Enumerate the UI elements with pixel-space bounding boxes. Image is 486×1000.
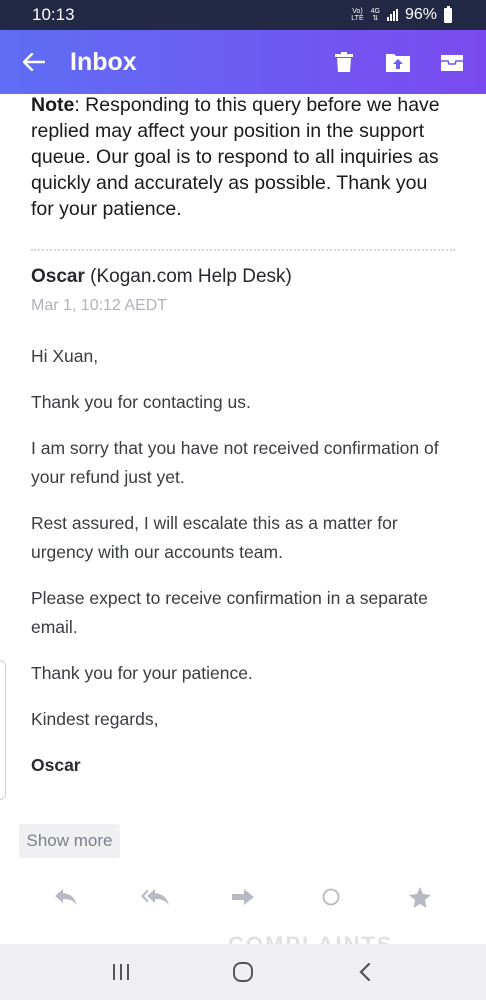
star-icon [408,886,431,908]
body-paragraph: Rest assured, I will escalate this as a … [31,513,398,562]
show-more-button[interactable]: Show more [19,824,120,858]
edge-handle[interactable] [0,660,6,800]
status-bar: 10:13 Vo) LTE 4G ⇅ 96% [0,0,486,30]
body-paragraph: Please expect to receive confirmation in… [31,588,428,637]
status-indicators: Vo) LTE 4G ⇅ 96% [351,5,452,24]
body-paragraph: Hi Xuan, [31,346,99,366]
system-nav-bar [0,944,486,1000]
arrow-left-icon [23,53,45,71]
move-folder-icon [386,54,410,72]
home-icon [233,962,253,982]
body-paragraph: I am sorry that you have not received co… [31,438,439,487]
reply-all-icon [140,889,169,905]
message-body: Hi Xuan, Thank you for contacting us. I … [31,342,463,797]
back-button[interactable] [14,42,54,82]
message-date: Mar 1, 10:12 AEDT [31,297,168,314]
reply-button[interactable] [42,873,90,921]
back-icon [359,962,371,982]
sender-line[interactable]: Oscar (Kogan.com Help Desk) [31,266,292,288]
message-action-bar [0,872,486,922]
forward-button[interactable] [219,873,267,921]
sender-org: (Kogan.com Help Desk) [84,266,292,287]
back-nav-button[interactable] [341,948,389,996]
page-title: Inbox [70,47,137,76]
app-bar: Inbox [0,30,486,94]
network-type-indicator: 4G ⇅ [370,8,380,22]
status-time: 10:13 [32,5,75,24]
archive-icon [441,55,463,71]
mark-unread-icon [322,888,340,906]
message-divider [31,249,455,251]
volte-indicator: Vo) LTE [351,8,364,22]
sender-name: Oscar [31,266,85,287]
recent-apps-icon [113,964,129,980]
reply-all-button[interactable] [131,873,179,921]
home-button[interactable] [219,948,267,996]
body-paragraph: Thank you for your patience. [31,663,253,683]
body-paragraph: Kindest regards, [31,709,159,729]
note-text: : Responding to this query before we hav… [31,94,440,220]
battery-percent: 96% [404,6,437,23]
archive-button[interactable] [432,42,472,82]
move-button[interactable] [378,42,418,82]
body-paragraph: Thank you for contacting us. [31,392,251,412]
forward-icon [231,889,254,905]
support-queue-note: Note: Responding to this query before we… [31,92,451,222]
battery-icon [444,5,452,23]
reply-icon [55,889,78,905]
signal-icon [386,9,398,21]
note-label: Note [31,94,75,116]
trash-icon [335,52,353,72]
signature: Oscar [31,755,81,775]
delete-button[interactable] [324,42,364,82]
recent-apps-button[interactable] [97,948,145,996]
toolbar-actions [324,42,472,82]
mark-unread-button[interactable] [307,873,355,921]
star-button[interactable] [396,873,444,921]
